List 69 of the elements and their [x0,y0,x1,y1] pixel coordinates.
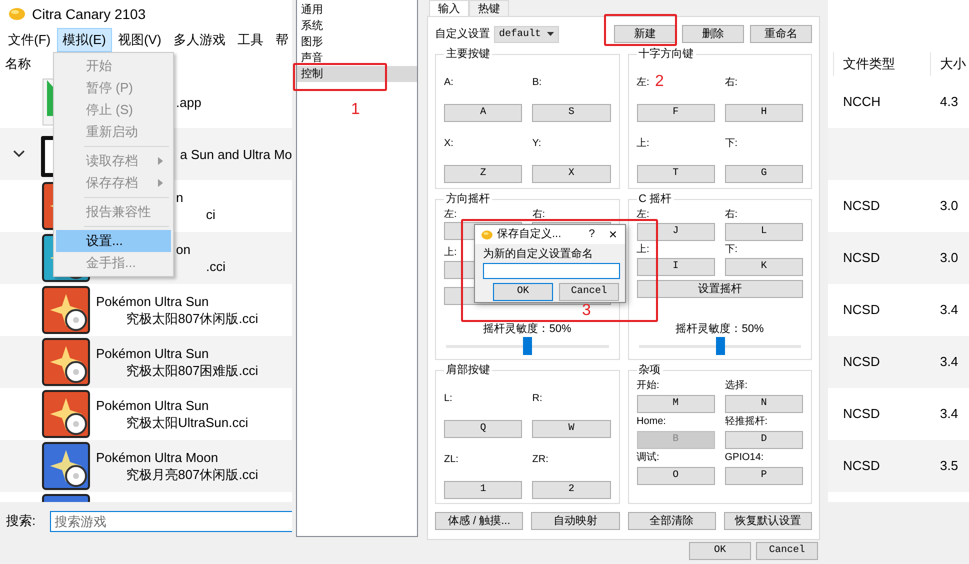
binding-label: 上: [636,242,650,256]
file-size: 3.4 [939,302,958,318]
file-type: NCSD [842,302,880,318]
binding-label: 左: [444,208,457,222]
group-title: 方向摇杆 [444,192,492,206]
binding-label: 右: [532,208,546,222]
file-size: 4.3 [939,94,958,110]
game-title: Pokémon Ultra Sun [96,345,210,362]
binding-label: Home: [636,415,666,429]
binding-label: 右: [724,208,738,222]
annotation-number: 1 [351,102,360,118]
group-title: 十字方向键 [636,47,696,61]
file-type: NCSD [842,198,880,214]
game-title: Pokémon Ultra Moon [96,449,220,466]
group-title: 主要按键 [444,47,492,61]
binding-label: X: [444,136,454,150]
annotation-number: 3 [582,303,591,319]
file-type: NCSD [842,354,880,370]
window-title: Citra Canary 2103 [32,4,146,24]
game-title: n [176,189,184,206]
game-title: on [176,241,192,258]
file-size: 3.5 [939,458,958,474]
file-size: 3.0 [939,198,958,214]
file-name: ci [205,206,216,223]
dialog-title: 保存自定义... [497,226,562,242]
binding-label: 选择: [724,378,748,393]
binding-label: 轻推摇杆: [724,414,768,429]
folder-name: a Sun and Ultra Mo [180,146,292,162]
binding-label: GPIO14: [724,451,764,465]
binding-label: ZR: [532,452,548,466]
binding-label: 下: [724,242,738,256]
binding-label: 下: [724,136,738,150]
game-title: Pokémon Ultra Sun [96,397,210,414]
sensitivity-label: 摇杆灵敏度：50% [674,322,765,336]
file-name: .cci [205,258,226,275]
file-type: NCCH [842,94,881,110]
file-name: 究极太阳807休闲版.cci [125,310,258,327]
file-name: 究极太阳807困难版.cci [125,362,258,379]
group-title: 肩部按键 [444,363,492,377]
game-title: .app [176,94,202,110]
profile-label: 自定义设置 [435,26,490,42]
annotation-number: 2 [655,74,664,90]
binding-label: Y: [532,136,542,150]
binding-label: 左: [636,208,650,222]
group-title: 杂项 [636,363,662,377]
binding-label: ZL: [444,452,458,466]
dialog-prompt: 为新的自定义设置命名 [483,247,594,261]
group-title: C 摇杆 [636,192,674,206]
file-name: 究极太阳UltraSun.cci [125,414,248,431]
binding-label: 开始: [636,379,660,393]
binding-label: R: [532,392,542,406]
file-type: NCSD [842,458,880,474]
search-label: 搜索: [6,512,36,530]
binding-label: 上: [636,136,650,150]
file-size: 3.4 [939,406,958,422]
binding-label: A: [444,76,454,90]
game-title: Pokémon Ultra Sun [96,293,210,310]
file-type: NCSD [842,250,880,266]
file-size: 3.0 [939,250,958,266]
file-name: 究极月亮807休闲版.cci [125,466,258,483]
binding-label: 调试: [636,450,660,465]
binding-label: L: [444,392,452,406]
binding-label: 左: [636,76,650,90]
file-size: 3.4 [939,354,958,370]
binding-label: B: [532,76,542,90]
binding-label: 右: [724,76,738,90]
binding-label: 上: [444,246,457,260]
sensitivity-label: 摇杆灵敏度：50% [482,322,572,336]
file-type: NCSD [842,406,880,422]
